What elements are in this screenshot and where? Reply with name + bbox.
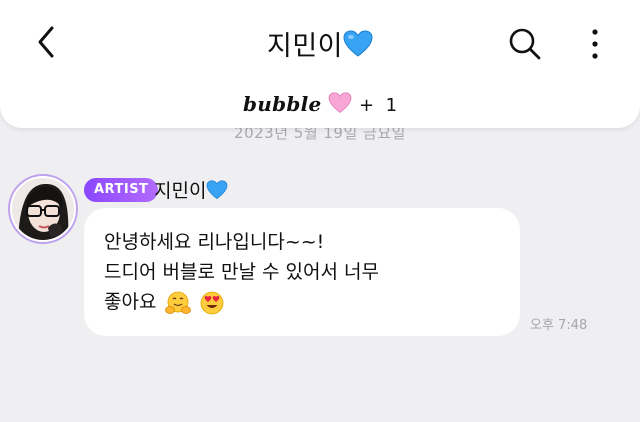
message-line-3-row: 좋아요 bbox=[104, 287, 500, 317]
sender-name-text: 지민이 bbox=[154, 180, 207, 202]
vertical-dots-icon bbox=[592, 29, 598, 59]
bubble-brand-logo: bubble bbox=[242, 92, 322, 116]
search-button[interactable] bbox=[505, 24, 545, 64]
avatar[interactable] bbox=[8, 174, 78, 244]
sender-name: 지민이 bbox=[154, 176, 228, 203]
bubble-subscription-row[interactable]: bubble + 1 bbox=[0, 92, 640, 116]
avatar-image bbox=[10, 176, 76, 242]
message-line-3: 좋아요 bbox=[104, 291, 157, 313]
chat-header: 지민이 bubble + 1 bbox=[0, 0, 640, 128]
blue-heart-icon bbox=[207, 180, 228, 200]
chat-title-text: 지민이 bbox=[266, 31, 344, 62]
artist-badge: ARTIST bbox=[84, 178, 159, 202]
message-bubble[interactable]: 안녕하세요 리나입니다~~! 드디어 버블로 만날 수 있어서 너무 좋아요 bbox=[84, 208, 520, 336]
more-options-button[interactable] bbox=[582, 24, 608, 64]
message-line-2: 드디어 버블로 만날 수 있어서 너무 bbox=[104, 261, 379, 283]
bubble-count: + 1 bbox=[359, 95, 398, 116]
message-timestamp: 오후 7:48 bbox=[530, 318, 588, 333]
search-icon bbox=[509, 28, 541, 60]
hugging-face-emoji bbox=[164, 291, 191, 314]
heart-eyes-emoji bbox=[200, 291, 223, 314]
message-line-1: 안녕하세요 리나입니다~~! bbox=[104, 231, 325, 253]
blue-heart-icon bbox=[343, 30, 373, 57]
pink-heart-icon bbox=[328, 92, 352, 113]
